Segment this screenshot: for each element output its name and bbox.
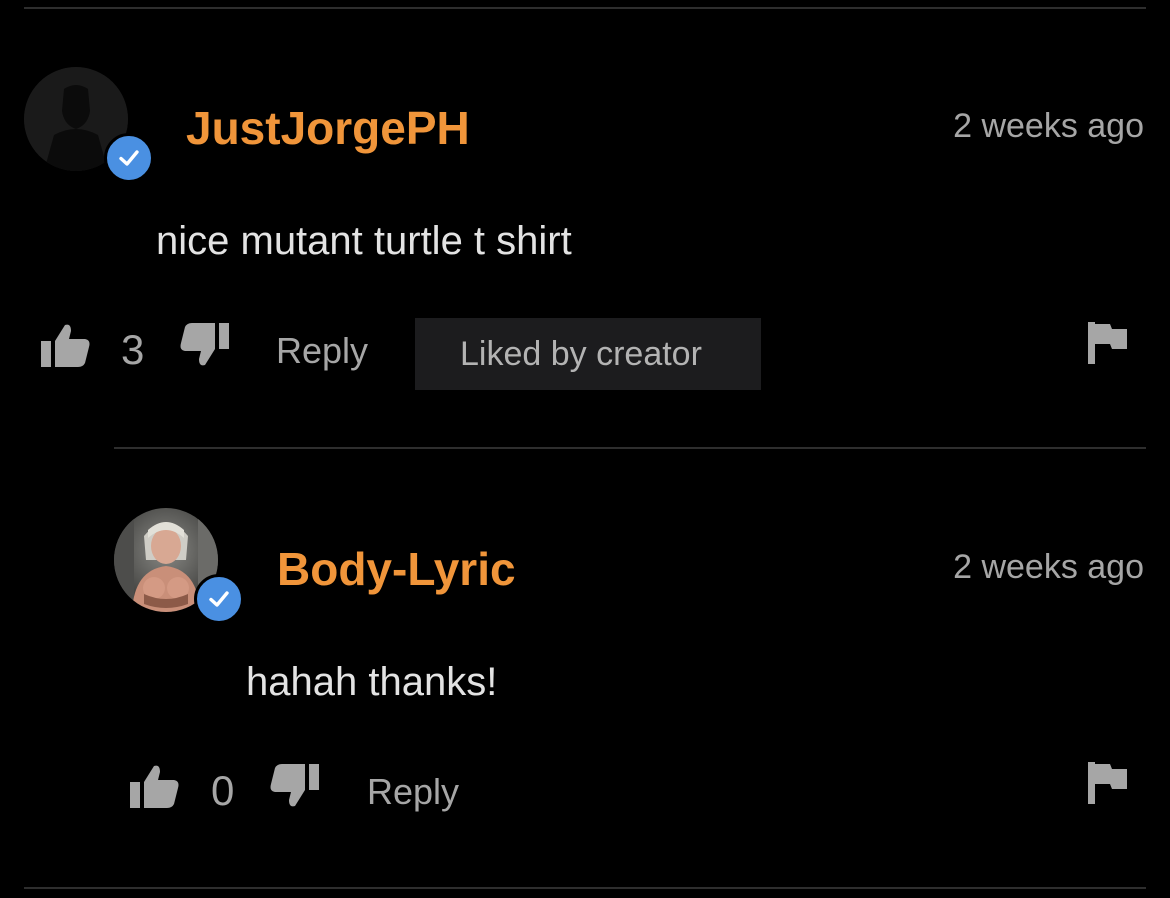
checkmark-icon [209,591,229,607]
timestamp: 2 weeks ago [953,548,1144,586]
comment-text: hahah thanks! [246,660,498,704]
timestamp: 2 weeks ago [953,107,1144,145]
thumbs-down-icon[interactable] [269,762,319,808]
like-count: 3 [121,326,145,373]
comments-section: JustJorgePH 2 weeks ago nice mutant turt… [0,0,1170,898]
thumbs-up-icon[interactable] [41,323,91,369]
username[interactable]: JustJorgePH [186,105,470,151]
liked-by-creator-badge: Liked by creator [415,318,761,390]
flag-icon[interactable] [1088,762,1128,804]
reply-button[interactable]: Reply [367,774,459,810]
flag-icon[interactable] [1088,322,1128,364]
thumbs-down-icon[interactable] [179,321,229,367]
checkmark-icon [119,150,139,166]
comment-text: nice mutant turtle t shirt [156,219,572,263]
username[interactable]: Body-Lyric [277,546,516,592]
reply-button[interactable]: Reply [276,333,368,369]
like-count: 0 [211,767,235,814]
verified-badge [194,574,244,624]
top-divider [24,7,1146,9]
thumbs-up-icon[interactable] [130,764,180,810]
reply-divider [114,447,1146,449]
verified-badge [104,133,154,183]
bottom-divider [24,887,1146,889]
